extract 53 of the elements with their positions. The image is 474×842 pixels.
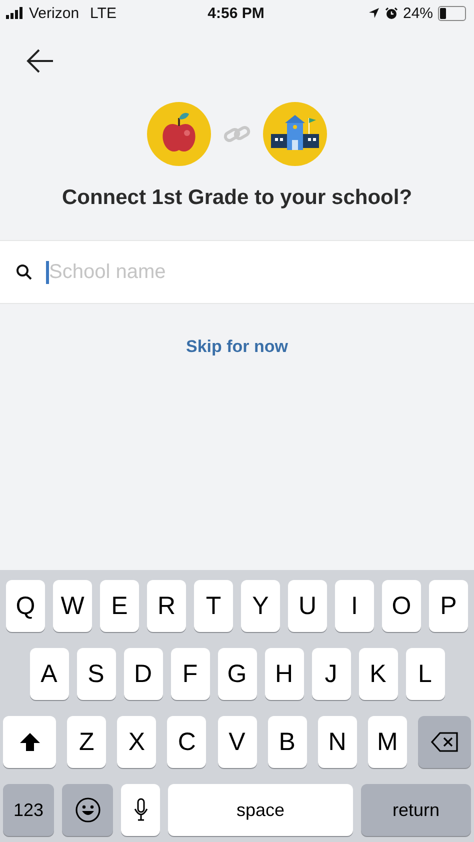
letter-key[interactable]: P [429, 580, 468, 632]
backspace-icon [430, 732, 458, 752]
letter-key[interactable]: I [335, 580, 374, 632]
letter-key[interactable]: X [117, 716, 156, 768]
letter-key[interactable]: T [194, 580, 233, 632]
school-building-icon [263, 102, 327, 166]
letter-key[interactable]: O [382, 580, 421, 632]
shift-key[interactable] [3, 716, 56, 768]
search-field[interactable]: School name [46, 260, 458, 284]
link-icon [223, 123, 251, 145]
space-key[interactable]: space [168, 784, 353, 836]
smiley-icon [74, 797, 100, 823]
alarm-clock-icon [384, 6, 398, 20]
letter-key[interactable]: S [76, 648, 116, 700]
battery-percentage: 24% [402, 4, 434, 22]
letter-key[interactable]: H [264, 648, 304, 700]
letter-key[interactable]: U [288, 580, 327, 632]
letter-key[interactable]: D [124, 648, 162, 700]
delete-key[interactable] [418, 716, 471, 768]
search-bar[interactable]: School name [0, 240, 474, 304]
letter-key[interactable]: R [147, 580, 186, 632]
emoji-key[interactable] [62, 784, 113, 836]
letter-key[interactable]: W [53, 580, 92, 632]
numbers-key[interactable]: 123 [3, 784, 54, 836]
letter-key[interactable]: J [312, 648, 350, 700]
letter-key[interactable]: F [170, 648, 210, 700]
network-type: LTE [90, 4, 116, 22]
letter-key[interactable]: Y [241, 580, 280, 632]
search-icon [16, 264, 32, 280]
letter-key[interactable]: M [368, 716, 407, 768]
letter-key[interactable]: B [268, 716, 307, 768]
microphone-icon [134, 798, 148, 822]
letter-key[interactable]: A [30, 648, 68, 700]
letter-key[interactable]: N [318, 716, 357, 768]
page-title: Connect 1st Grade to your school? [60, 186, 414, 210]
letter-key[interactable]: G [218, 648, 256, 700]
letter-key[interactable]: E [100, 580, 139, 632]
letter-key[interactable]: Z [67, 716, 106, 768]
letter-key[interactable]: V [218, 716, 256, 768]
shift-icon [18, 732, 40, 752]
clock-time: 4:56 PM [208, 4, 264, 22]
carrier-name: Verizon [29, 4, 80, 22]
letter-key[interactable]: C [167, 716, 206, 768]
letter-key[interactable]: L [406, 648, 444, 700]
return-key[interactable]: return [361, 784, 471, 836]
apple-icon [147, 102, 211, 166]
skip-link[interactable]: Skip for now [180, 336, 294, 358]
letter-key[interactable]: K [358, 648, 398, 700]
letter-key[interactable]: Q [6, 580, 45, 632]
location-icon [368, 7, 380, 19]
dictation-key[interactable] [121, 784, 160, 836]
signal-icon [6, 7, 24, 19]
battery-icon [438, 6, 466, 20]
